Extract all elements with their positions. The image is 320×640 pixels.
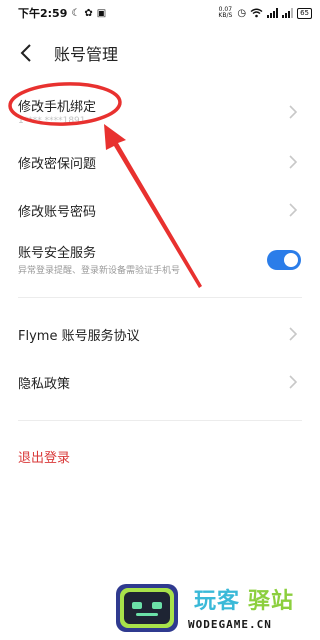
signal-icon	[282, 8, 294, 18]
watermark-text-1: 玩客	[194, 589, 241, 614]
menu-item-change-phone[interactable]: 修改手机绑定	[0, 92, 320, 132]
header: 账号管理	[0, 34, 320, 72]
moon-icon: ☾	[71, 7, 81, 19]
divider	[18, 297, 302, 298]
menu-item-label: 账号安全服务	[18, 245, 97, 261]
chevron-left-icon	[20, 44, 31, 62]
signal-icon	[267, 8, 279, 18]
battery-icon: 65	[297, 7, 312, 19]
net-speed-unit: KB/S	[218, 12, 233, 19]
watermark-title: 玩客 驿站	[194, 583, 294, 615]
chevron-right-icon	[289, 105, 298, 119]
status-bar: 下午2:59 ☾ ✿ ▣ 0.07 KB/S ◷ 65	[0, 0, 320, 26]
masked-phone-number: 1**** ****1891	[18, 116, 86, 126]
wifi-icon	[250, 8, 263, 18]
menu-item-privacy-policy[interactable]: 隐私政策	[0, 362, 320, 402]
net-speed: 0.07 KB/S	[217, 7, 233, 19]
menu-item-label: 修改手机绑定	[18, 99, 97, 115]
chevron-right-icon	[289, 155, 298, 169]
notification-icon: ▣	[96, 7, 107, 19]
security-service-description: 异常登录提醒、登录新设备需验证手机号	[18, 266, 181, 276]
divider	[18, 420, 302, 421]
page-title: 账号管理	[54, 45, 119, 64]
menu-item-security-question[interactable]: 修改密保问题	[0, 142, 320, 182]
menu-item-label: 修改账号密码	[18, 204, 97, 220]
watermark-text-2: 驿站	[248, 589, 295, 614]
menu-item-change-password[interactable]: 修改账号密码	[0, 190, 320, 230]
menu-item-service-agreement[interactable]: Flyme 账号服务协议	[0, 314, 320, 354]
chevron-right-icon	[289, 375, 298, 389]
chevron-right-icon	[289, 203, 298, 217]
menu-item-label: Flyme 账号服务协议	[18, 328, 140, 344]
status-time: 下午2:59	[18, 7, 68, 20]
security-service-toggle[interactable]	[267, 250, 301, 270]
toggle-knob	[284, 253, 298, 267]
alarm-icon: ◷	[237, 7, 247, 19]
menu-item-label: 隐私政策	[18, 376, 71, 392]
watermark-logo	[116, 584, 178, 632]
leaf-icon: ✿	[84, 7, 93, 19]
back-button[interactable]	[4, 34, 48, 72]
logout-button[interactable]: 退出登录	[18, 447, 70, 466]
chevron-right-icon	[289, 327, 298, 341]
watermark-domain: WODEGAME.CN	[188, 618, 272, 631]
menu-item-label: 修改密保问题	[18, 156, 97, 172]
